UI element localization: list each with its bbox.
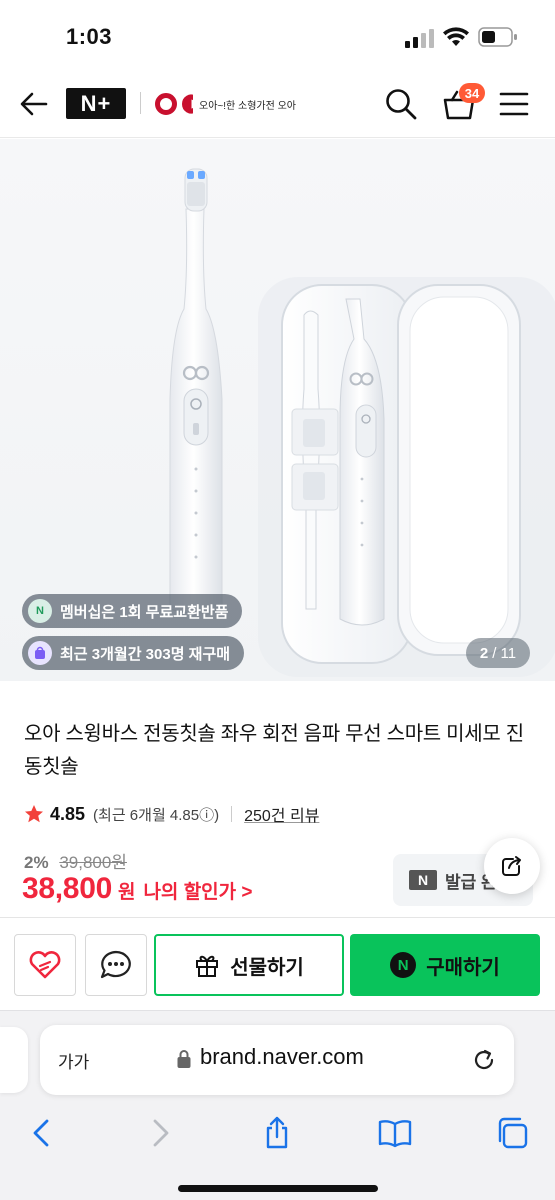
status-bar: 1:03 xyxy=(0,0,555,70)
buy-button-label: 구매하기 xyxy=(426,956,500,979)
store-header: N+ 오아~!한 소형가전 오아 34 xyxy=(0,70,555,138)
naver-coupon-icon: N xyxy=(409,870,437,890)
home-indicator xyxy=(178,1185,378,1192)
browser-chrome: 가가 brand.naver.com xyxy=(0,1010,555,1200)
rating-score: 4.85 xyxy=(50,803,86,824)
cart-count-badge: 34 xyxy=(459,83,485,103)
oa-brand-mark-icon xyxy=(155,93,193,115)
my-discount-link[interactable]: 나의 할인가 > xyxy=(143,877,252,904)
talk-talk-button[interactable] xyxy=(85,934,147,996)
naver-membership-icon: N xyxy=(28,599,52,623)
sale-price-row: 38,800 원 나의 할인가 > xyxy=(22,872,253,906)
image-page-indicator: 2 / 11 xyxy=(466,638,530,668)
back-arrow-icon[interactable] xyxy=(18,88,50,120)
product-image-gallery[interactable]: N 멤버십은 1회 무료교환반품 최근 3개월간 303명 재구매 2 / 11 xyxy=(0,139,555,681)
gift-button-label: 선물하기 xyxy=(230,956,304,979)
rating-row: 4.85 (최근 6개월 4.85ⓘ) 250건 리뷰 xyxy=(24,802,319,826)
share-button[interactable] xyxy=(484,838,540,894)
hamburger-menu-icon[interactable] xyxy=(499,91,529,117)
chat-bubble-icon xyxy=(100,950,131,979)
buy-now-button[interactable]: N 구매하기 xyxy=(350,934,540,996)
brand-tagline: 오아~!한 소형가전 오아 xyxy=(199,100,296,112)
product-title: 오아 스윙바스 전동칫솔 좌우 회전 음파 무선 스마트 미세모 진동칫솔 xyxy=(24,723,524,778)
original-price: 39,800원 xyxy=(59,853,127,872)
battery-icon xyxy=(478,27,517,47)
sale-price: 38,800 xyxy=(22,872,112,905)
wishlist-button[interactable] xyxy=(14,934,76,996)
url-text[interactable]: brand.naver.com xyxy=(200,1044,364,1070)
original-price-row: 2% 39,800원 xyxy=(24,848,127,873)
wifi-icon xyxy=(443,27,469,46)
previous-tab-peek[interactable] xyxy=(0,1027,28,1093)
gift-button[interactable]: 선물하기 xyxy=(154,934,344,996)
share-icon xyxy=(502,856,521,876)
membership-free-return-chip: N 멤버십은 1회 무료교환반품 xyxy=(22,594,243,628)
reload-icon[interactable] xyxy=(471,1047,497,1073)
discount-percent: 2% xyxy=(24,853,49,872)
cellular-signal-icon xyxy=(405,29,434,48)
price-unit: 원 xyxy=(117,882,136,903)
status-time: 1:03 xyxy=(66,24,113,49)
total-image-count: / 11 xyxy=(492,644,517,662)
membership-chip-text: 멤버십은 1회 무료교환반품 xyxy=(60,603,229,621)
browser-back-icon[interactable] xyxy=(24,1115,60,1151)
rating-divider xyxy=(231,806,233,822)
brand-logo[interactable]: 오아~!한 소형가전 오아 xyxy=(155,91,315,117)
star-icon xyxy=(25,805,43,823)
browser-forward-icon[interactable] xyxy=(142,1115,178,1151)
current-image-index: 2 xyxy=(479,644,489,662)
gift-box-icon xyxy=(196,955,219,977)
rating-period-note[interactable]: (최근 6개월 4.85ⓘ) xyxy=(93,804,219,825)
browser-share-icon[interactable] xyxy=(259,1115,295,1151)
bookmarks-book-icon[interactable] xyxy=(377,1115,413,1151)
review-count-link[interactable]: 250건 리뷰 xyxy=(244,802,319,826)
repurchase-count-chip: 최근 3개월간 303명 재구매 xyxy=(22,636,245,670)
heart-icon xyxy=(29,951,61,979)
purchase-action-bar: 선물하기 N 구매하기 xyxy=(0,917,555,1010)
naver-plus-store-logo[interactable]: N+ xyxy=(66,88,126,119)
lock-icon xyxy=(177,1050,191,1068)
search-icon[interactable] xyxy=(384,87,418,121)
shopping-bag-icon xyxy=(28,641,52,665)
naver-pay-icon: N xyxy=(390,952,417,978)
page-settings-button[interactable]: 가가 xyxy=(58,1048,89,1073)
tabs-overview-icon[interactable] xyxy=(494,1115,530,1151)
header-divider xyxy=(140,92,141,114)
repurchase-chip-text: 최근 3개월간 303명 재구매 xyxy=(60,645,231,663)
address-bar[interactable]: 가가 brand.naver.com xyxy=(40,1025,514,1095)
